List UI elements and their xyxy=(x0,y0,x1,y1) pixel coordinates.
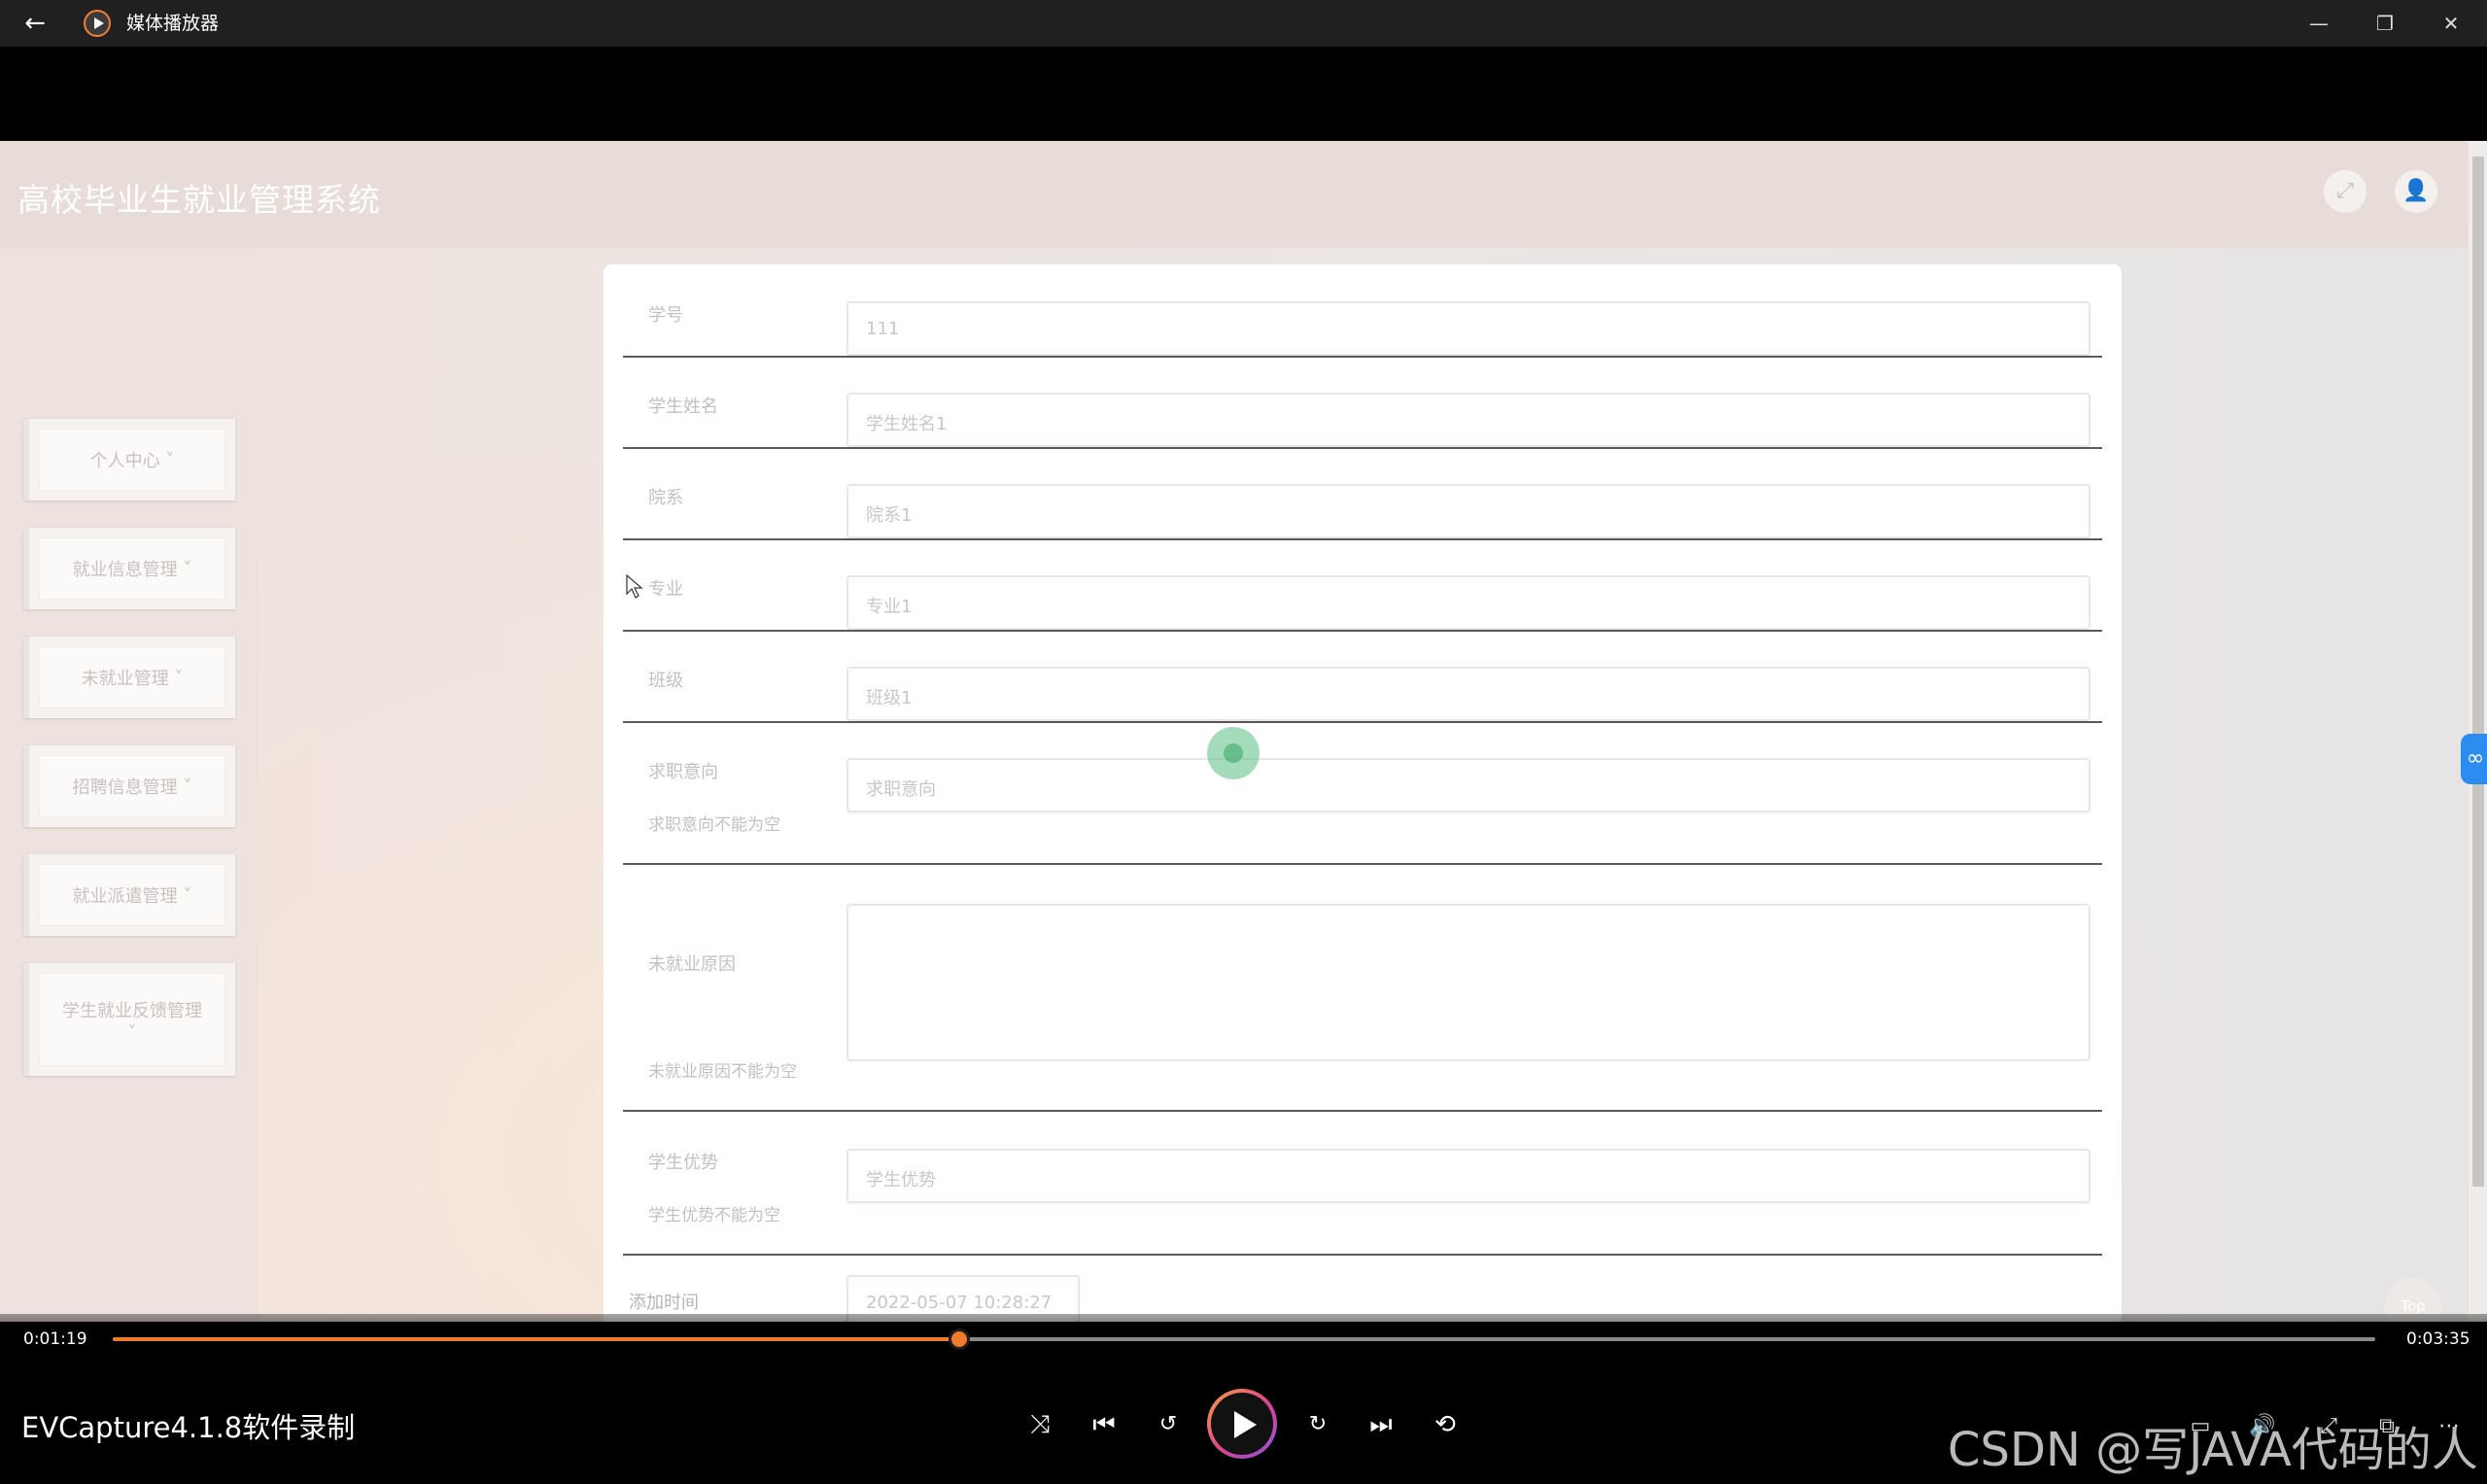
close-icon[interactable]: ✕ xyxy=(2430,8,2472,39)
field-label: 专业 xyxy=(648,579,683,600)
seek-overlay xyxy=(0,1314,2487,1353)
total-time: 0:03:35 xyxy=(2406,1329,2470,1349)
validation-error: 未就业原因不能为空 xyxy=(648,1062,797,1082)
class-field[interactable]: 班级1 xyxy=(846,667,2090,721)
field-label: 班级 xyxy=(648,671,683,691)
window-title: 媒体播放器 xyxy=(126,13,220,34)
field-label: 添加时间 xyxy=(629,1293,699,1313)
click-indicator xyxy=(1207,727,1260,779)
user-icon[interactable]: 👤 xyxy=(2395,170,2437,213)
field-label: 学生姓名 xyxy=(648,397,718,417)
student-name-field[interactable]: 学生姓名1 xyxy=(846,393,2090,447)
window-titlebar: ← 媒体播放器 — ❐ ✕ xyxy=(0,0,2487,47)
sidebar-item-feedback[interactable]: 学生就业反馈管理 ˅ xyxy=(23,963,235,1076)
next-icon[interactable]: ⏭ xyxy=(1358,1405,1404,1444)
sidebar-item-label: 就业派遣管理 xyxy=(72,886,178,907)
play-icon xyxy=(1234,1411,1257,1438)
shuffle-icon[interactable]: ⤨ xyxy=(1017,1405,1063,1444)
sidebar-item-personal-center[interactable]: 个人中心 ˅ xyxy=(23,419,235,500)
unemployment-reason-textarea[interactable] xyxy=(846,904,2090,1061)
student-id-field[interactable]: 111 xyxy=(846,301,2090,356)
link-icon[interactable]: ∞ xyxy=(2461,734,2487,784)
major-field[interactable]: 专业1 xyxy=(846,575,2090,630)
media-player-icon xyxy=(84,10,111,37)
sidebar-item-label: 学生就业反馈管理 xyxy=(62,1000,202,1021)
scrollbar-thumb[interactable] xyxy=(2472,156,2484,1187)
previous-icon[interactable]: ⏮ xyxy=(1081,1405,1127,1444)
validation-error: 学生优势不能为空 xyxy=(648,1206,780,1225)
job-intention-field[interactable]: 求职意向 xyxy=(846,758,2090,812)
app-header: 高校毕业生就业管理系统 ⤢ 👤 xyxy=(0,141,2469,248)
seek-bar[interactable] xyxy=(113,1337,2375,1341)
validation-error: 求职意向不能为空 xyxy=(648,815,780,835)
play-button[interactable] xyxy=(1207,1389,1277,1459)
field-label: 学号 xyxy=(648,305,683,326)
sidebar-item-label: 就业信息管理 xyxy=(72,560,178,580)
field-label: 求职意向 xyxy=(648,762,718,782)
forward-30-icon[interactable]: ↻ xyxy=(1295,1405,1341,1444)
student-advantage-field[interactable]: 学生优势 xyxy=(846,1149,2090,1203)
seek-handle[interactable] xyxy=(948,1329,970,1350)
field-label: 学生优势 xyxy=(648,1153,718,1173)
restore-icon[interactable]: ❐ xyxy=(2364,8,2406,39)
sidebar-item-label: 未就业管理 xyxy=(81,669,169,689)
field-label: 未就业原因 xyxy=(648,954,736,975)
watermark: CSDN @写JAVA代码的人 xyxy=(1948,1423,2478,1477)
sidebar-item-label: 个人中心 xyxy=(89,451,160,471)
form-card: 学号 111 学生姓名 学生姓名1 院系 院系1 专业 专业1 班级 班级1 求… xyxy=(604,264,2122,1322)
video-frame: 高校毕业生就业管理系统 ⤢ 👤 个人中心 ˅ 就业信息管理 ˅ 未就业管理 ˅ … xyxy=(0,141,2487,1322)
sidebar-item-employment-info[interactable]: 就业信息管理 ˅ xyxy=(23,528,235,609)
sidebar-item-dispatch[interactable]: 就业派遣管理 ˅ xyxy=(23,854,235,936)
sidebar-item-label: 招聘信息管理 xyxy=(72,777,178,798)
sidebar-item-recruitment[interactable]: 招聘信息管理 ˅ xyxy=(23,745,235,827)
field-label: 院系 xyxy=(648,488,683,508)
seek-progress xyxy=(113,1337,959,1341)
back-arrow-icon[interactable]: ← xyxy=(21,10,49,37)
rewind-10-icon[interactable]: ↺ xyxy=(1145,1405,1192,1444)
media-caption: EVCapture4.1.8软件录制 xyxy=(21,1411,356,1444)
mouse-cursor-icon xyxy=(626,574,643,599)
minimize-icon[interactable]: — xyxy=(2297,8,2340,39)
sidebar-item-unemployed[interactable]: 未就业管理 ˅ xyxy=(23,637,235,718)
department-field[interactable]: 院系1 xyxy=(846,484,2090,538)
repeat-off-icon[interactable]: ⟲ xyxy=(1422,1405,1468,1444)
fullscreen-icon[interactable]: ⤢ xyxy=(2324,170,2366,213)
sidebar: 个人中心 ˅ 就业信息管理 ˅ 未就业管理 ˅ 招聘信息管理 ˅ 就业派遣管理 … xyxy=(0,248,259,1322)
current-time: 0:01:19 xyxy=(23,1329,87,1349)
app-title: 高校毕业生就业管理系统 xyxy=(17,181,381,219)
